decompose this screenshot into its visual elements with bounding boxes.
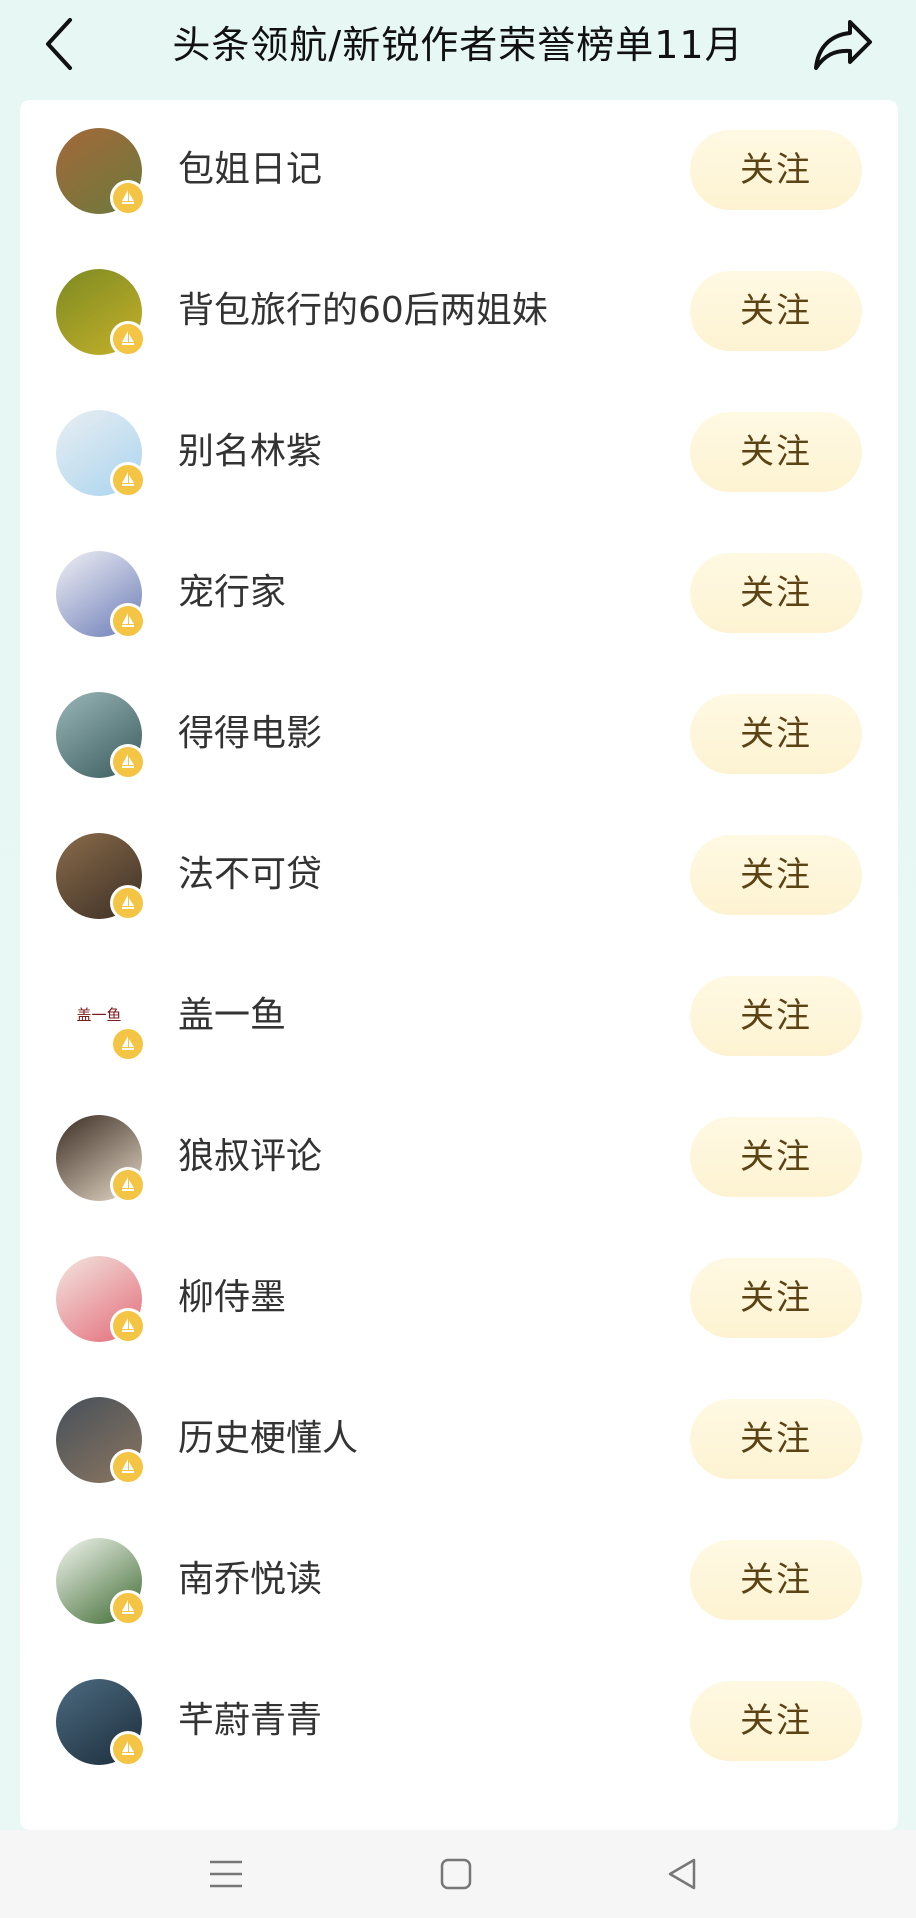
follow-button[interactable]: 关注 <box>690 1681 862 1761</box>
author-name[interactable]: 背包旅行的60后两姐妹 <box>178 281 548 341</box>
back-button[interactable] <box>40 14 80 74</box>
sail-badge-icon <box>110 1308 146 1344</box>
author-row[interactable]: 得得电影 关注 <box>20 664 898 805</box>
share-button[interactable] <box>810 14 876 74</box>
follow-button[interactable]: 关注 <box>690 1399 862 1479</box>
square-home-icon <box>440 1858 472 1890</box>
author-name[interactable]: 芊蔚青青 <box>178 1691 322 1751</box>
author-row[interactable]: 历史梗懂人 关注 <box>20 1369 898 1510</box>
follow-button[interactable]: 关注 <box>690 835 862 915</box>
sail-badge-icon <box>110 885 146 921</box>
follow-button[interactable]: 关注 <box>690 694 862 774</box>
triangle-back-icon <box>668 1858 696 1890</box>
chevron-left-icon <box>46 18 72 70</box>
sail-badge-icon <box>110 1731 146 1767</box>
author-row[interactable]: 盖一鱼 盖一鱼 关注 <box>20 946 898 1087</box>
author-name[interactable]: 盖一鱼 <box>178 986 286 1046</box>
header: 头条领航/新锐作者荣誉榜单11月 <box>0 0 916 90</box>
author-list: 包姐日记 关注 背包旅行的60后两姐妹 关注 别名林紫 关注 宠行家 关注 得得电影 关注 法不可贷… <box>20 100 898 1830</box>
follow-button[interactable]: 关注 <box>690 412 862 492</box>
follow-button[interactable]: 关注 <box>690 1258 862 1338</box>
sail-badge-icon <box>110 1167 146 1203</box>
sail-badge-icon <box>110 321 146 357</box>
menu-button[interactable] <box>206 1854 246 1894</box>
author-name[interactable]: 得得电影 <box>178 704 322 764</box>
author-name[interactable]: 法不可贷 <box>178 845 322 905</box>
sail-badge-icon <box>110 1449 146 1485</box>
avatar-logo-text: 盖一鱼 <box>76 1006 122 1024</box>
author-row[interactable]: 背包旅行的60后两姐妹 关注 <box>20 241 898 382</box>
follow-button[interactable]: 关注 <box>690 271 862 351</box>
sail-badge-icon <box>110 180 146 216</box>
sail-badge-icon <box>110 603 146 639</box>
sail-badge-icon <box>110 1590 146 1626</box>
follow-button[interactable]: 关注 <box>690 553 862 633</box>
author-row[interactable]: 南乔悦读 关注 <box>20 1510 898 1651</box>
menu-lines-icon <box>210 1860 242 1888</box>
author-name[interactable]: 历史梗懂人 <box>178 1409 358 1469</box>
share-arrow-icon <box>814 20 872 70</box>
follow-button[interactable]: 关注 <box>690 1117 862 1197</box>
page-title: 头条领航/新锐作者荣誉榜单11月 <box>172 23 744 67</box>
author-row[interactable]: 法不可贷 关注 <box>20 805 898 946</box>
system-back-button[interactable] <box>662 1854 702 1894</box>
author-row[interactable]: 柳侍墨 关注 <box>20 1228 898 1369</box>
author-row[interactable]: 狼叔评论 关注 <box>20 1087 898 1228</box>
author-name[interactable]: 南乔悦读 <box>178 1550 322 1610</box>
author-name[interactable]: 别名林紫 <box>178 422 322 482</box>
sail-badge-icon <box>110 1026 146 1062</box>
author-row[interactable]: 别名林紫 关注 <box>20 382 898 523</box>
author-name[interactable]: 狼叔评论 <box>178 1127 322 1187</box>
author-row[interactable]: 宠行家 关注 <box>20 523 898 664</box>
home-button[interactable] <box>436 1854 476 1894</box>
sail-badge-icon <box>110 462 146 498</box>
follow-button[interactable]: 关注 <box>690 130 862 210</box>
author-row[interactable]: 包姐日记 关注 <box>20 100 898 241</box>
sail-badge-icon <box>110 744 146 780</box>
author-name[interactable]: 宠行家 <box>178 563 286 623</box>
follow-button[interactable]: 关注 <box>690 976 862 1056</box>
author-row[interactable]: 芊蔚青青 关注 <box>20 1651 898 1792</box>
author-name[interactable]: 包姐日记 <box>178 140 322 200</box>
system-navigation-bar <box>0 1830 916 1918</box>
author-name[interactable]: 柳侍墨 <box>178 1268 286 1328</box>
follow-button[interactable]: 关注 <box>690 1540 862 1620</box>
